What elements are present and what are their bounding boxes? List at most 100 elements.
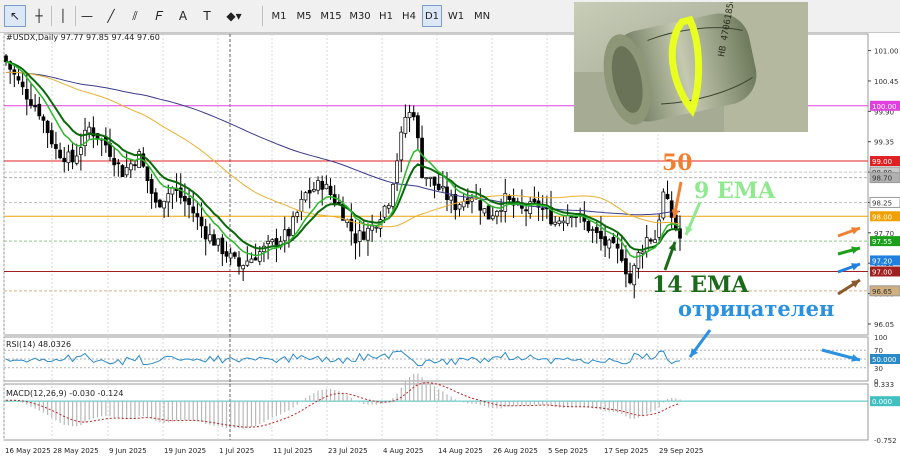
candle-bearish bbox=[507, 195, 512, 200]
candle-bearish bbox=[603, 236, 607, 246]
macd-label: MACD(12,26,9) -0.030 -0.124 bbox=[6, 389, 123, 398]
channel-icon[interactable]: ⫽ bbox=[124, 5, 146, 27]
timeframe-mn-button[interactable]: MN bbox=[470, 5, 494, 27]
candle-bullish bbox=[257, 251, 262, 262]
candle-bearish bbox=[203, 226, 208, 240]
candle-bullish bbox=[249, 258, 254, 263]
candle-bearish bbox=[665, 193, 670, 200]
candle-bullish bbox=[569, 216, 574, 219]
candle-bearish bbox=[16, 76, 21, 81]
candle-bearish bbox=[253, 257, 258, 261]
fibonacci-icon[interactable]: 𝐹 bbox=[148, 5, 170, 27]
candle-bullish bbox=[124, 167, 129, 176]
candle-bullish bbox=[166, 193, 171, 203]
level-9720-arrow-head bbox=[851, 263, 860, 271]
macd-tick-label: -0.752 bbox=[874, 437, 897, 445]
candle-bearish bbox=[41, 116, 46, 121]
cursor-icon[interactable]: ↖ bbox=[4, 5, 26, 27]
timeframe-h1-button[interactable]: H1 bbox=[376, 5, 396, 27]
price-label-text: 99.00 bbox=[872, 158, 892, 166]
candle-bullish bbox=[636, 252, 641, 269]
text-icon[interactable]: A bbox=[172, 5, 194, 27]
candle-bearish bbox=[361, 231, 366, 240]
candle-bullish bbox=[499, 209, 503, 212]
candle-bearish bbox=[145, 166, 150, 182]
candle-bearish bbox=[353, 233, 358, 244]
candle-bearish bbox=[287, 228, 291, 237]
candle-bearish bbox=[615, 243, 620, 249]
trendline-icon[interactable]: ╱ bbox=[100, 5, 122, 27]
candle-bearish bbox=[153, 192, 158, 203]
timeframe-h4-button[interactable]: H4 bbox=[399, 5, 419, 27]
candle-bearish bbox=[224, 251, 229, 257]
candle-bullish bbox=[291, 216, 295, 236]
candle-bullish bbox=[461, 200, 466, 208]
timeframe-w1-button[interactable]: W1 bbox=[445, 5, 467, 27]
price-label-text: 98.70 bbox=[872, 175, 892, 183]
candle-bearish bbox=[320, 180, 325, 190]
candle-bearish bbox=[669, 200, 674, 218]
candle-bearish bbox=[20, 81, 25, 88]
label-icon[interactable]: T bbox=[196, 5, 218, 27]
horizontal-line-icon[interactable]: — bbox=[76, 5, 98, 27]
candle-bullish bbox=[386, 205, 391, 209]
vertical-line-icon[interactable]: │ bbox=[52, 5, 74, 27]
candle-bearish bbox=[328, 185, 333, 196]
candle-bullish bbox=[324, 183, 329, 190]
candle-bullish bbox=[490, 215, 495, 220]
candle-bullish bbox=[208, 234, 212, 242]
time-tick-label: 4 Aug 2025 bbox=[383, 447, 423, 455]
candle-bearish bbox=[411, 112, 416, 118]
rsi-label: RSI(14) 48.0326 bbox=[6, 340, 71, 349]
timeframe-d1-button[interactable]: D1 bbox=[422, 5, 442, 27]
candle-bullish bbox=[632, 265, 637, 286]
price-label-text: 97.55 bbox=[872, 238, 892, 246]
candle-bullish bbox=[245, 260, 250, 266]
macd-value-label: 0.000 bbox=[872, 398, 892, 406]
candle-bearish bbox=[49, 130, 54, 145]
time-tick-label: 19 Jun 2025 bbox=[164, 447, 206, 455]
candle-bearish bbox=[45, 120, 50, 134]
toolbar-separator bbox=[262, 6, 263, 26]
price-tick-label: 99.35 bbox=[874, 139, 894, 147]
rsi-panel: 1007050.000300 bbox=[4, 334, 900, 386]
price-label-text: 100.00 bbox=[872, 103, 897, 111]
candle-bullish bbox=[357, 230, 362, 242]
candle-bullish bbox=[607, 239, 612, 249]
rsi-tick-label: 100 bbox=[874, 334, 887, 342]
candle-bearish bbox=[274, 238, 279, 247]
macd-panel-frame bbox=[3, 383, 869, 441]
candle-bullish bbox=[316, 180, 320, 191]
candle-bullish bbox=[428, 176, 433, 179]
candle-bearish bbox=[37, 103, 42, 117]
candle-bullish bbox=[640, 251, 645, 254]
candle-bearish bbox=[120, 165, 125, 177]
timeframe-m1-button[interactable]: M1 bbox=[268, 5, 290, 27]
candle-bearish bbox=[436, 183, 441, 190]
candle-bullish bbox=[391, 183, 395, 207]
timeframe-m15-button[interactable]: M15 bbox=[318, 5, 344, 27]
time-tick-label: 23 Jul 2025 bbox=[328, 447, 368, 455]
price-label-text: 97.00 bbox=[872, 268, 892, 276]
candle-bearish bbox=[33, 104, 37, 108]
candle-bullish bbox=[299, 198, 304, 212]
candle-bearish bbox=[158, 199, 162, 208]
crosshair-icon[interactable]: ┼ bbox=[28, 5, 50, 27]
candle-bullish bbox=[424, 177, 429, 180]
timeframe-m5-button[interactable]: M5 bbox=[293, 5, 315, 27]
candle-bullish bbox=[266, 240, 270, 245]
price-label-text: 98.25 bbox=[872, 199, 892, 207]
candle-bullish bbox=[370, 225, 374, 231]
time-tick-label: 26 Aug 2025 bbox=[493, 447, 538, 455]
timeframe-m30-button[interactable]: M30 bbox=[347, 5, 373, 27]
candle-bullish bbox=[382, 205, 387, 218]
candle-bearish bbox=[532, 198, 537, 203]
candle-bullish bbox=[79, 147, 83, 155]
candle-bearish bbox=[187, 198, 191, 205]
candle-bullish bbox=[395, 160, 399, 183]
candle-bearish bbox=[307, 189, 312, 194]
shapes-icon[interactable]: ◆▾ bbox=[220, 5, 248, 27]
rsi-line bbox=[5, 350, 681, 367]
candle-bullish bbox=[407, 112, 412, 119]
candle-bullish bbox=[399, 131, 404, 161]
